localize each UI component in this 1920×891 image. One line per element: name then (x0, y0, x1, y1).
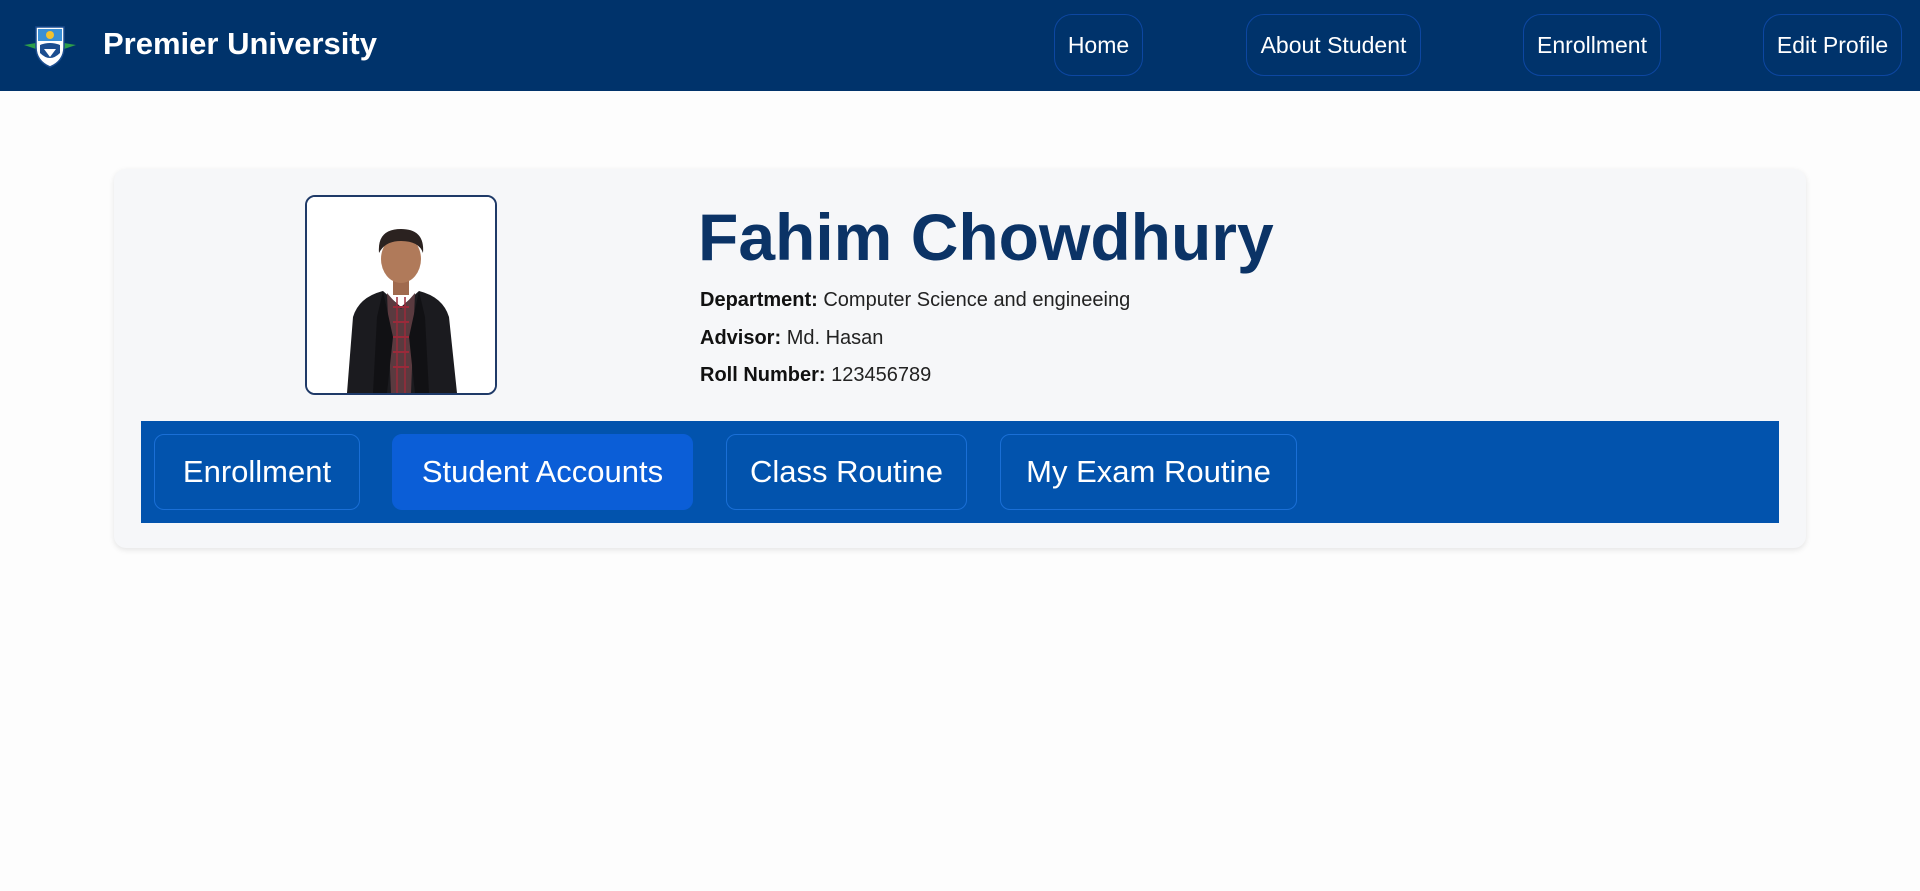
nav-enrollment-button[interactable]: Enrollment (1523, 14, 1661, 76)
roll-number-value: 123456789 (831, 364, 932, 386)
nav-about-student-button[interactable]: About Student (1246, 14, 1421, 76)
advisor-value: Md. Hasan (786, 327, 884, 349)
department-line: Department: Computer Science and enginee… (700, 287, 1130, 313)
roll-number-line: Roll Number: 123456789 (700, 362, 931, 388)
university-crest-icon[interactable] (22, 23, 78, 69)
nav-edit-profile-button[interactable]: Edit Profile (1763, 14, 1902, 76)
person-avatar-icon (307, 197, 495, 393)
tab-my-exam-routine[interactable]: My Exam Routine (1000, 434, 1297, 510)
advisor-label: Advisor: (700, 327, 782, 349)
brand-name[interactable]: Premier University (103, 26, 377, 62)
advisor-line: Advisor: Md. Hasan (700, 325, 883, 351)
tab-student-accounts[interactable]: Student Accounts (392, 434, 693, 510)
student-photo (305, 195, 497, 395)
student-name: Fahim Chowdhury (698, 200, 1274, 274)
department-label: Department: (700, 289, 818, 311)
top-navbar: Premier University Home About Student En… (0, 0, 1920, 91)
tab-enrollment[interactable]: Enrollment (154, 434, 360, 510)
department-value: Computer Science and engineeing (823, 289, 1131, 311)
tab-class-routine[interactable]: Class Routine (726, 434, 967, 510)
roll-number-label: Roll Number: (700, 364, 826, 386)
nav-home-button[interactable]: Home (1054, 14, 1143, 76)
